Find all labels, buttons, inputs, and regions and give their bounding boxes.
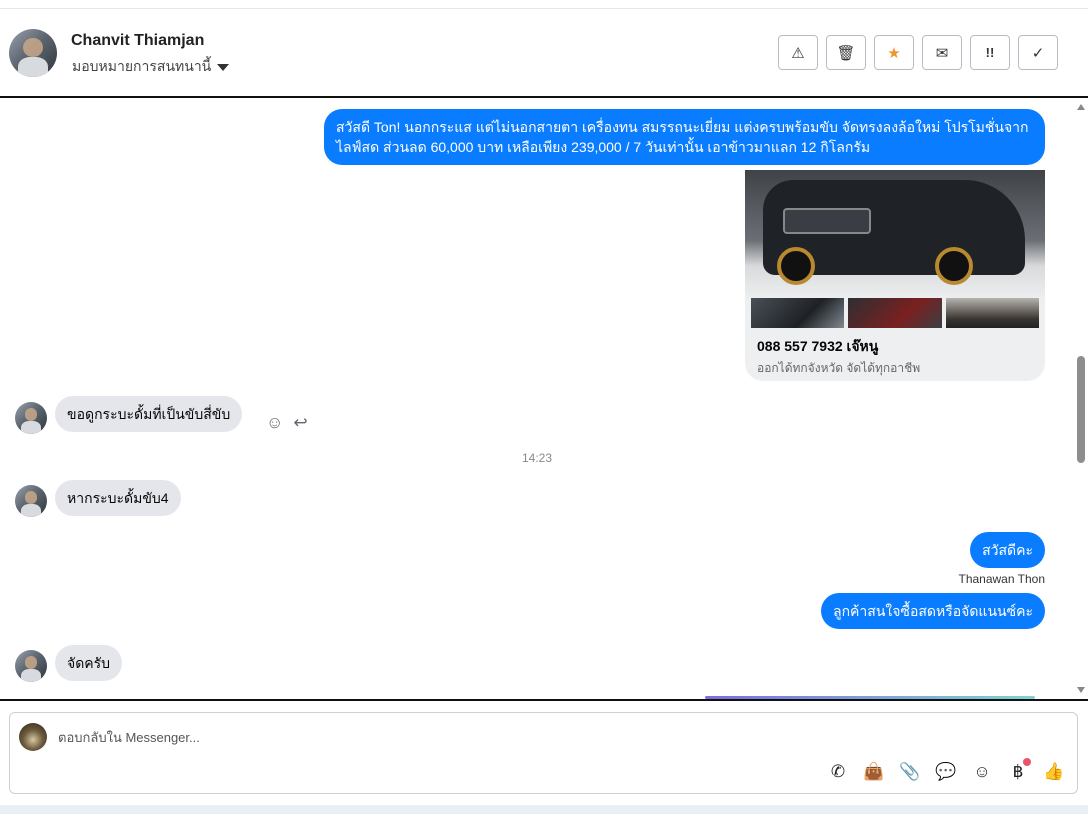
emoji-icon[interactable]: ☺ <box>971 761 993 783</box>
thread-scrollbar[interactable] <box>1074 98 1088 699</box>
photo-thumbnails <box>751 298 1039 328</box>
chat-bubble-icon[interactable]: 💬 <box>935 761 957 783</box>
message-bubble-incoming[interactable]: ขอดูกระบะดั้มที่เป็นขับสี่ขับ <box>55 396 243 432</box>
envelope-open-icon: ✉ <box>935 44 949 62</box>
message-actions: ☺ ↩ <box>266 413 308 433</box>
star-button[interactable]: ★ <box>874 35 914 70</box>
trash-icon: 🗑 <box>836 44 856 62</box>
check-icon: ✓ <box>1031 44 1045 62</box>
reply-icon[interactable]: ↩ <box>293 413 307 433</box>
shopping-bag-icon[interactable]: 👜 <box>863 761 885 783</box>
product-card[interactable]: 088 557 7932 เจ๊หนู ออกได้ทกจังหวัด จัดไ… <box>745 170 1045 381</box>
card-title: 088 557 7932 เจ๊หนู <box>757 338 879 354</box>
page-avatar <box>19 723 47 751</box>
thumbs-up-icon[interactable]: 👍 <box>1043 761 1065 783</box>
message-bubble-incoming[interactable]: จัดครับ <box>55 645 123 681</box>
caret-down-icon <box>217 63 230 71</box>
reply-composer: ✆ 👜 📎 💬 ☺ ฿ 👍 <box>9 712 1078 794</box>
message-bubble-incoming[interactable]: หากระบะดั้มขับ4 <box>55 480 181 516</box>
message-bubble-outgoing[interactable]: สวัสดีคะ <box>970 532 1045 568</box>
conversation-header: Chanvit Thiamjan มอบหมายการสนทนานี้ ⚠ 🗑 … <box>0 9 1088 98</box>
contact-avatar-small <box>15 485 47 517</box>
composer-toolbar: ✆ 👜 📎 💬 ☺ ฿ 👍 <box>827 758 1065 783</box>
contact-avatar[interactable] <box>9 29 57 77</box>
contact-avatar-small <box>15 402 47 434</box>
delete-button[interactable]: 🗑 <box>826 35 866 70</box>
scroll-up-icon[interactable] <box>1077 104 1085 110</box>
follow-up-icon: !! <box>985 45 995 60</box>
reply-input[interactable] <box>58 727 658 747</box>
star-icon: ★ <box>887 44 901 62</box>
mark-done-button[interactable]: ✓ <box>1018 35 1058 70</box>
message-bubble-outgoing[interactable]: ลูกค้าสนใจซื้อสดหรือจัดแนนซ์คะ <box>821 593 1045 629</box>
baht-icon[interactable]: ฿ <box>1007 758 1031 783</box>
top-border <box>0 0 1088 9</box>
warning-icon: ⚠ <box>791 44 805 62</box>
contact-avatar-small <box>15 650 47 682</box>
message-thread[interactable]: สวัสดี Ton! นอกกระแส แต่ไม่นอกสายตา เครื… <box>0 98 1074 699</box>
notification-dot <box>1023 758 1031 766</box>
assign-conversation-dropdown[interactable]: มอบหมายการสนทนานี้ <box>72 56 230 78</box>
composer-divider <box>0 699 1088 701</box>
contact-name[interactable]: Chanvit Thiamjan <box>71 32 204 50</box>
paperclip-icon[interactable]: 📎 <box>899 761 921 783</box>
bottom-bar <box>0 805 1088 814</box>
mark-unread-button[interactable]: ✉ <box>922 35 962 70</box>
truck-photo <box>745 170 1045 298</box>
spam-button[interactable]: ⚠ <box>778 35 818 70</box>
react-emoji-icon[interactable]: ☺ <box>266 413 283 433</box>
sender-label: Thanawan Thon <box>958 572 1045 586</box>
scrollbar-thumb[interactable] <box>1077 356 1085 463</box>
follow-up-button[interactable]: !! <box>970 35 1010 70</box>
timestamp: 14:23 <box>521 451 553 465</box>
scroll-down-icon[interactable] <box>1077 687 1085 693</box>
phone-plus-icon[interactable]: ✆ <box>827 761 849 783</box>
card-subtitle: ออกได้ทกจังหวัด จัดได้ทุกอาชีพ <box>757 361 921 375</box>
assign-label: มอบหมายการสนทนานี้ <box>72 58 212 74</box>
header-toolbar: ⚠ 🗑 ★ ✉ !! ✓ <box>778 35 1058 70</box>
message-bubble-outgoing[interactable]: สวัสดี Ton! นอกกระแส แต่ไม่นอกสายตา เครื… <box>324 109 1045 165</box>
